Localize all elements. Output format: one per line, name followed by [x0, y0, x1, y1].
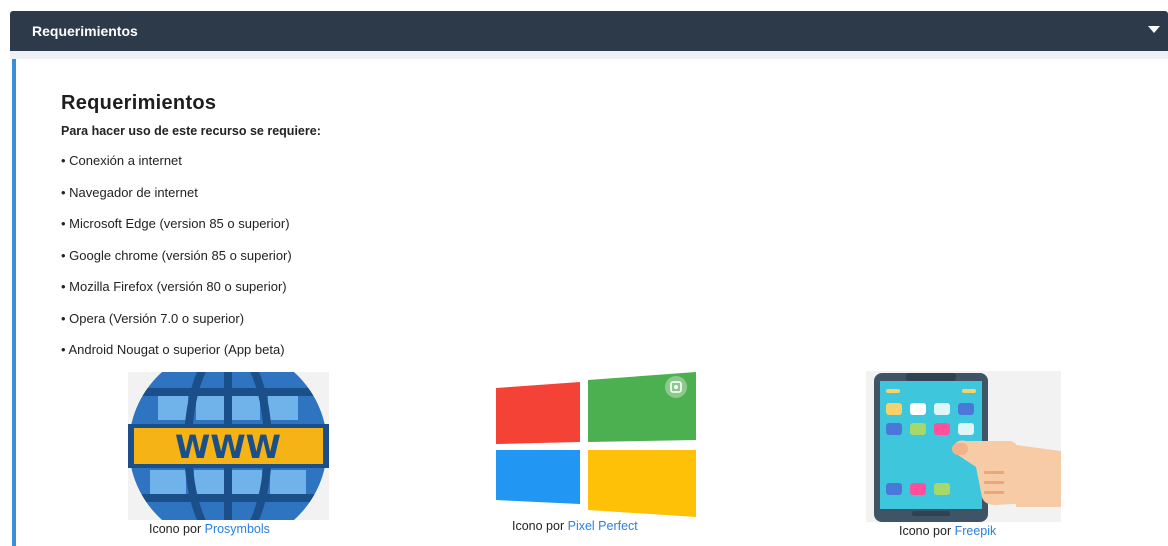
requirement-item: • Navegador de internet: [61, 184, 198, 200]
windows-logo-icon: [496, 372, 696, 517]
section-title: Requerimientos: [61, 92, 217, 114]
svg-text:WWW: WWW: [175, 428, 281, 466]
accordion-title: Requerimientos: [32, 23, 138, 39]
accordion-header[interactable]: Requerimientos: [10, 11, 1168, 51]
www-globe-icon: WWW: [128, 347, 329, 545]
header-divider: [10, 51, 1168, 59]
intro-text: Para hacer uso de este recurso se requie…: [61, 124, 321, 138]
requirement-item: • Conexión a internet: [61, 153, 182, 168]
requirement-item: • Android Nougat o superior (App beta): [61, 342, 285, 357]
requirements-list: • Conexión a internet • Navegador de int…: [61, 153, 292, 374]
caption-freepik: Icono por Freepik: [899, 524, 997, 538]
caption-prosymbols: Icono por Prosymbols: [149, 522, 270, 536]
caption-pixel-perfect: Icono por Pixel Perfect: [512, 519, 638, 533]
author-link-pixel-perfect[interactable]: Pixel Perfect: [568, 519, 638, 533]
author-link-prosymbols[interactable]: Prosymbols: [205, 522, 270, 536]
requirement-item: • Mozilla Firefox (versión 80 o superior…: [61, 279, 287, 294]
author-link-freepik[interactable]: Freepik: [955, 524, 997, 538]
requirement-item: • Opera (Versión 7.0 o superior): [61, 310, 245, 326]
caret-down-icon[interactable]: [1148, 26, 1160, 33]
requirement-item: • Google chrome (versión 85 o superior): [61, 247, 292, 263]
requirement-item: • Microsoft Edge (version 85 o superior): [61, 216, 290, 231]
smartphone-touch-icon: [866, 371, 1061, 522]
